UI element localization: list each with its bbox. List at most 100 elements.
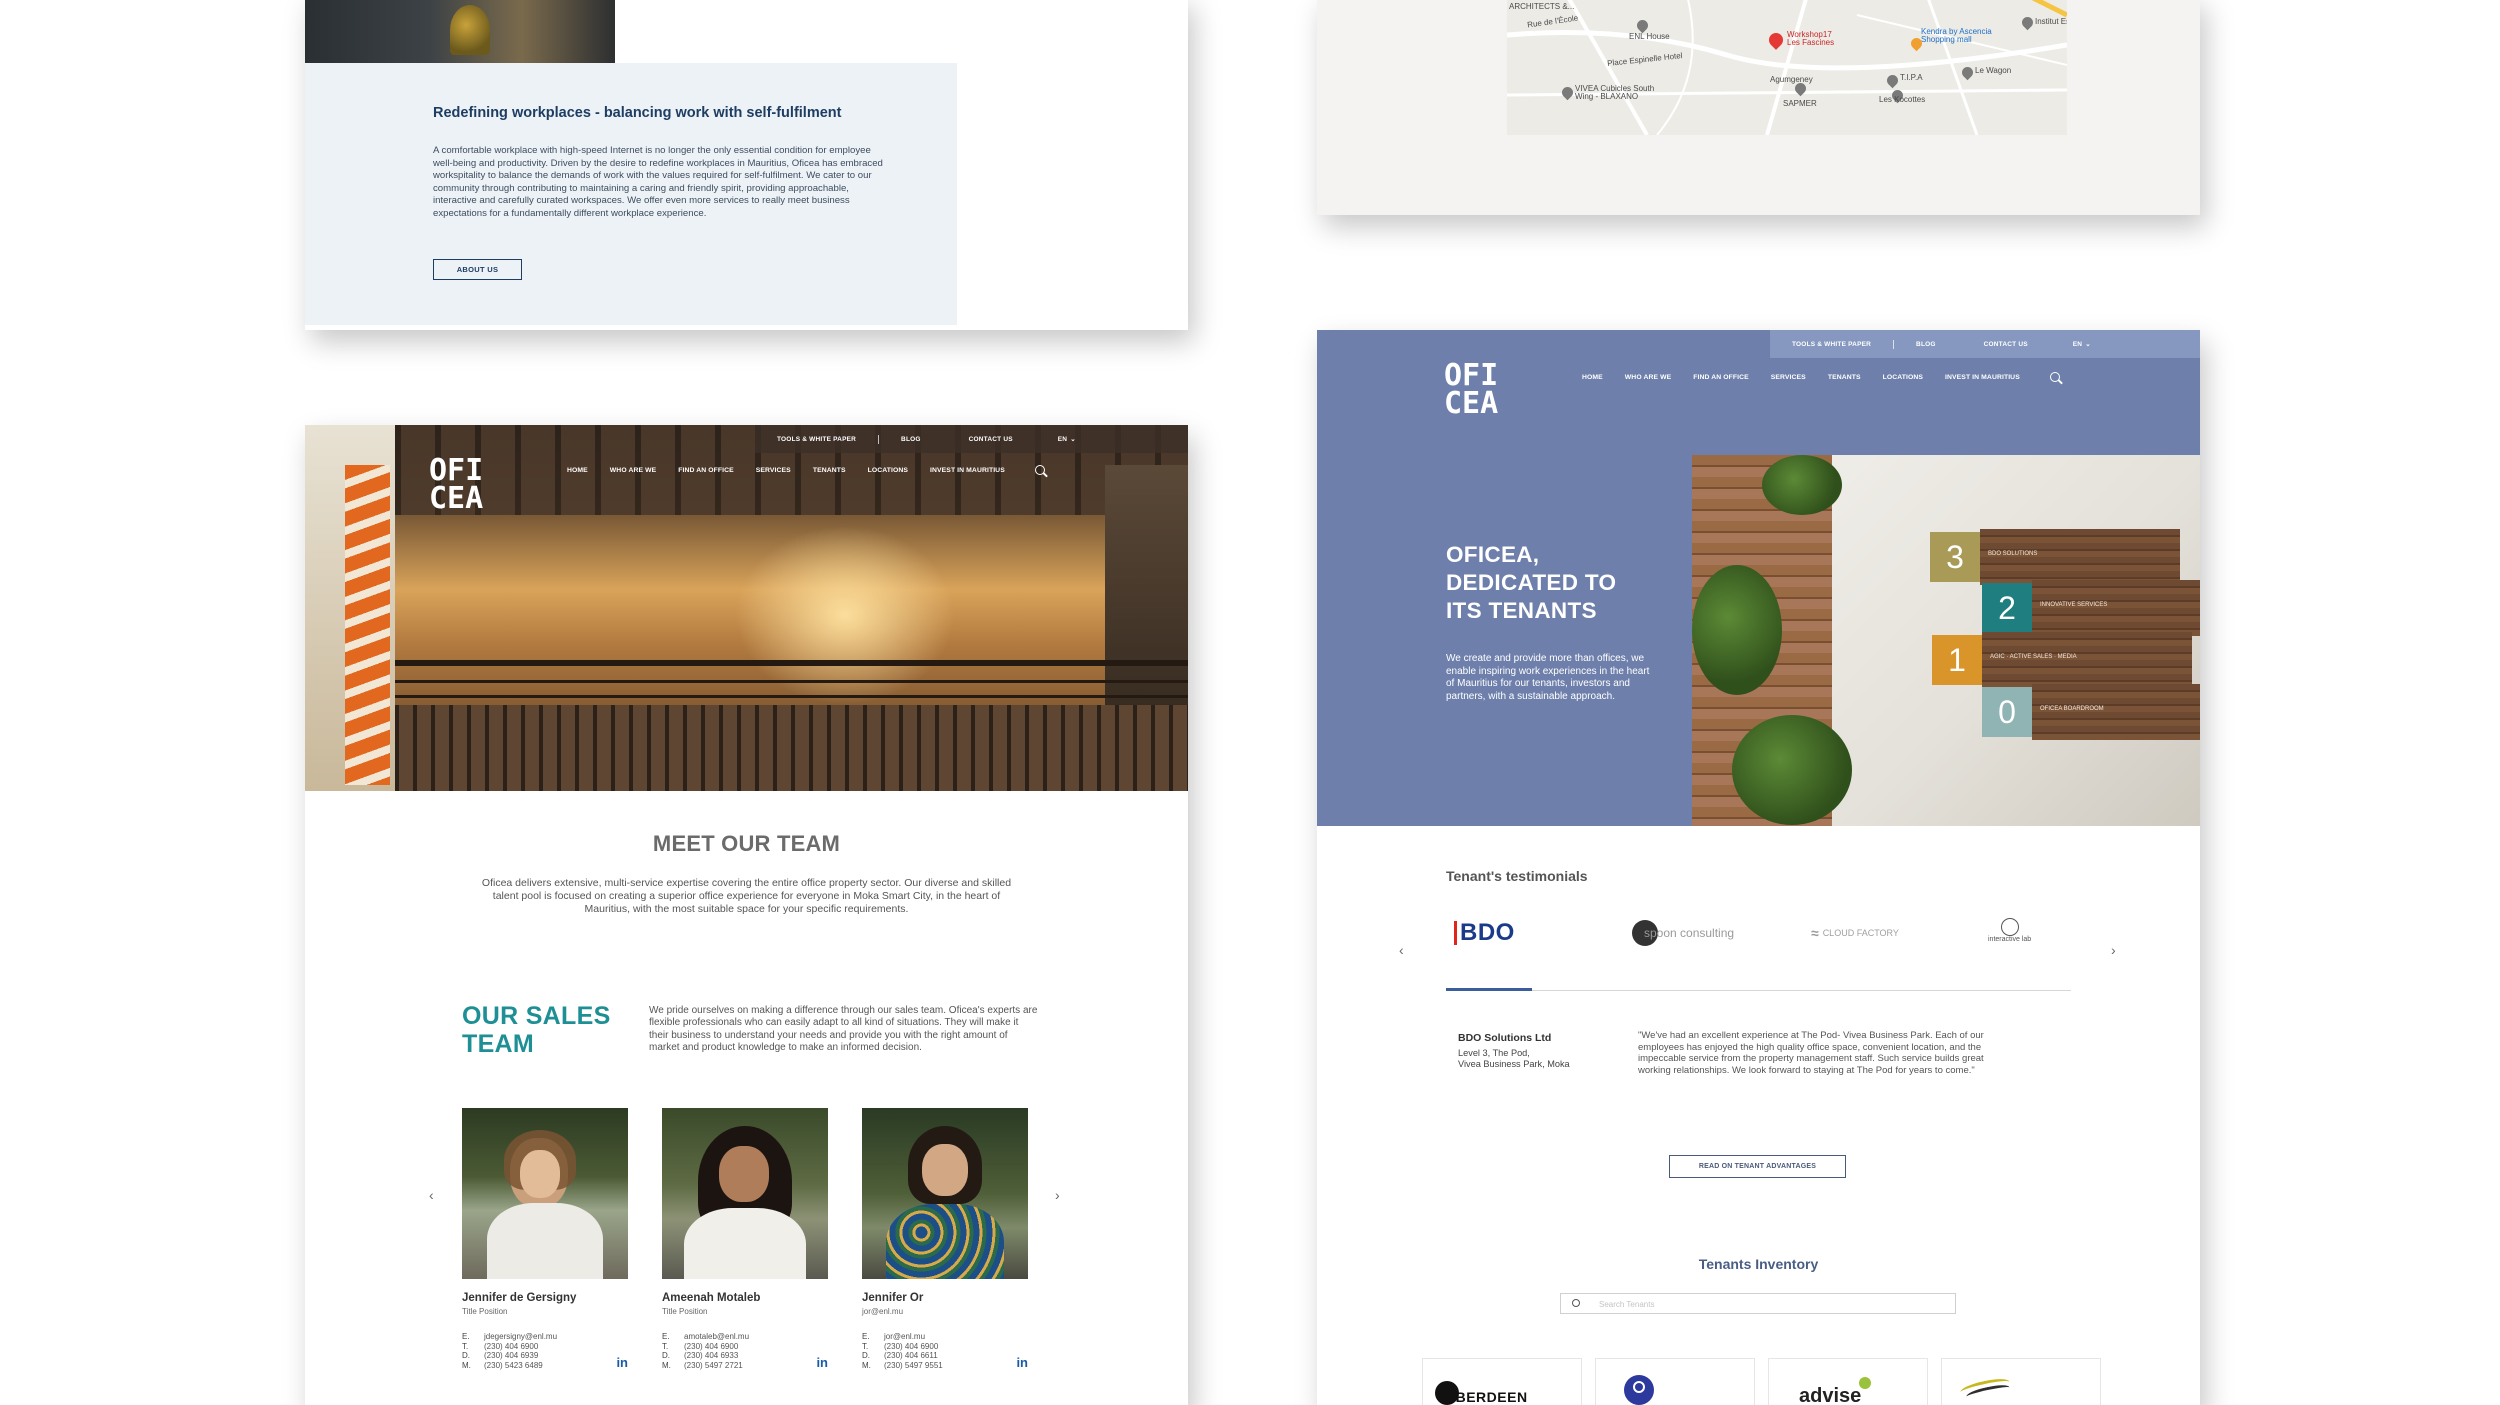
member-role: Title Position [462,1307,508,1316]
testimonials-title: Tenant's testimonials [1446,868,1588,884]
linkedin-icon[interactable]: in [1016,1355,1028,1370]
tenants-inventory-title: Tenants Inventory [1698,1256,1819,1272]
floor-sign-1: 1 AGIC · ACTIVE SALES · MEDIA [1932,632,2192,688]
member-photo [662,1108,828,1279]
util-link-tools[interactable]: TOOLS & WHITE PAPER [777,436,856,443]
search-icon [1572,1299,1580,1307]
tenants-page-card: TOOLS & WHITE PAPER BLOG CONTACT US EN ⌄… [1317,330,2200,1405]
map-label-kendra: Kendra by Ascencia Shopping mall [1921,27,1992,44]
sales-team-text: We pride ourselves on making a differenc… [649,1005,1038,1053]
nav-home[interactable]: HOME [567,467,588,474]
about-body: A comfortable workplace with high-speed … [433,145,883,219]
language-selector[interactable]: EN [2073,341,2082,348]
carousel-next-icon[interactable]: › [1055,1187,1060,1203]
nav-tenants[interactable]: TENANTS [813,467,846,474]
member-contacts: E. jdegersigny@enl.mu T. (230) 404 6900 D.… [462,1332,558,1370]
nav-find-office[interactable]: FIND AN OFFICE [1693,374,1749,381]
active-tab-indicator [1446,988,1532,991]
utility-bar: TOOLS & WHITE PAPER BLOG CONTACT US EN ⌄ [1770,330,2200,358]
member-contacts: E. amotaleb@enl.mu T. (230) 404 6900 D. (23… [662,1332,750,1370]
floor-sign-0: 0 OFICEA BOARDROOM [1982,684,2200,740]
map-label-sapmer: SAPMER [1783,99,1817,108]
team-title: MEET OUR TEAM [652,831,841,856]
member-name: Ameenah Motaleb [662,1292,761,1304]
floor-sign-2: 2 INNOVATIVE SERVICES [1982,580,2200,636]
floor-signage-photo: 3 BDO SOLUTIONS 2 INNOVATIVE SERVICES 1 … [1692,455,2200,826]
team-member-card: Ameenah Motaleb Title Position E. amotale… [662,1108,828,1370]
oficea-logo[interactable]: OFI CEA [1444,361,1498,419]
chevron-down-icon: ⌄ [1070,436,1076,443]
hero-title: OFICEA, DEDICATED TO ITS TENANTS [1446,542,1617,623]
interactive-lab-logo-tab[interactable]: interactive lab [1988,918,2031,948]
member-role: jor@enl.mu [862,1307,904,1316]
nav-locations[interactable]: LOCATIONS [1883,374,1923,381]
tenant-card-4[interactable] [1941,1358,2101,1405]
main-nav: HOME WHO ARE WE FIND AN OFFICE SERVICES … [567,465,1045,475]
tenant-search-box [1560,1293,1956,1314]
member-photo [862,1108,1028,1279]
member-email[interactable]: jor@enl.mu [884,1332,925,1341]
member-photo [462,1108,628,1279]
tenant-card-aberdeen[interactable]: ABERDEEN [1422,1358,1582,1405]
team-page-card: TOOLS & WHITE PAPER BLOG CONTACT US EN ⌄… [305,425,1188,1405]
util-link-contact[interactable]: CONTACT US [969,436,1013,443]
testimonial-tenant-address: Level 3, The Pod, Vivea Business Park, M… [1458,1048,1570,1069]
util-link-contact[interactable]: CONTACT US [1984,341,2028,348]
tenant-card-advise[interactable]: advise [1768,1358,1928,1405]
map-label-workshop: Workshop17 Les Fascines [1787,30,1835,47]
linkedin-icon[interactable]: in [616,1355,628,1370]
util-link-tools[interactable]: TOOLS & WHITE PAPER [1792,341,1871,348]
map-label-vivea-cubicles: VIVEA Cubicles South Wing - BLAXANO [1575,84,1655,101]
testimonial-quote: "We've had an excellent experience at Th… [1638,1030,1984,1076]
chevron-down-icon: ⌄ [2085,341,2091,348]
nav-locations[interactable]: LOCATIONS [868,467,908,474]
sales-team-title: OUR SALES TEAM [462,1002,611,1058]
utility-bar: TOOLS & WHITE PAPER BLOG CONTACT US EN ⌄ [755,425,1188,453]
tenant-search-input[interactable] [1599,1297,1939,1311]
map-label-architects: MACBETH ARCHITECTS &... [1509,0,1575,11]
util-link-blog[interactable]: BLOG [1916,341,1936,348]
map-label-les-kocottes: Les Kocottes [1879,95,1926,104]
team-member-card: Jennifer de Gersigny Title Position E. jd… [462,1108,628,1370]
about-us-button[interactable]: ABOUT US [433,259,522,280]
cloud-factory-logo-tab[interactable]: ≈ CLOUD FACTORY [1811,918,1899,948]
about-card: Redefining workplaces - balancing work w… [305,0,1188,330]
oficea-logo[interactable]: OFI CEA [429,456,483,514]
nav-invest[interactable]: INVEST IN MAURITIUS [930,467,1005,474]
map-card: MACBETH ARCHITECTS &... Rue de l'École E… [1317,0,2200,215]
util-link-blog[interactable]: BLOG [901,436,921,443]
nav-services[interactable]: SERVICES [756,467,791,474]
carousel-prev-icon[interactable]: ‹ [429,1187,434,1203]
member-name: Jennifer de Gersigny [462,1292,577,1304]
building-photo [305,0,615,63]
team-member-card: Jennifer Or jor@enl.mu E. jor@enl.mu T. (2… [862,1108,1028,1370]
read-tenant-advantages-button[interactable]: READ ON TENANT ADVANTAGES [1669,1155,1846,1178]
nav-home[interactable]: HOME [1582,374,1603,381]
tenant-logo-row: BDO spoon consulting ≈ CLOUD FACTORY int… [1446,918,2071,958]
testimonial-prev-icon[interactable]: ‹ [1399,942,1404,958]
search-icon[interactable] [1034,465,1045,475]
location-map[interactable]: MACBETH ARCHITECTS &... Rue de l'École E… [1507,0,2067,135]
map-label-enl-house: ENL House [1629,32,1670,41]
map-label-le-wagon: Le Wagon [1975,66,2012,75]
search-icon[interactable] [2049,372,2060,382]
member-name: Jennifer Or [862,1292,924,1304]
spoon-logo-tab[interactable]: spoon consulting [1632,918,1734,948]
team-intro: Oficea delivers extensive, multi-service… [481,877,1012,915]
nav-services[interactable]: SERVICES [1771,374,1806,381]
member-email[interactable]: amotaleb@enl.mu [684,1332,749,1341]
tenant-card-2[interactable] [1595,1358,1755,1405]
nav-find-office[interactable]: FIND AN OFFICE [678,467,734,474]
nav-tenants[interactable]: TENANTS [1828,374,1861,381]
nav-who-are-we[interactable]: WHO ARE WE [1625,374,1671,381]
linkedin-icon[interactable]: in [816,1355,828,1370]
member-email[interactable]: jdegersigny@enl.mu [484,1332,557,1341]
member-contacts: E. jor@enl.mu T. (230) 404 6900 D. (230) 40… [862,1332,943,1370]
bdo-logo-tab[interactable]: BDO [1454,918,1515,948]
member-role: Title Position [662,1307,708,1316]
map-label-tipa: T.I.P.A [1900,73,1923,82]
nav-who-are-we[interactable]: WHO ARE WE [610,467,656,474]
nav-invest[interactable]: INVEST IN MAURITIUS [1945,374,2020,381]
testimonial-next-icon[interactable]: › [2111,942,2116,958]
language-selector[interactable]: EN [1058,436,1067,443]
